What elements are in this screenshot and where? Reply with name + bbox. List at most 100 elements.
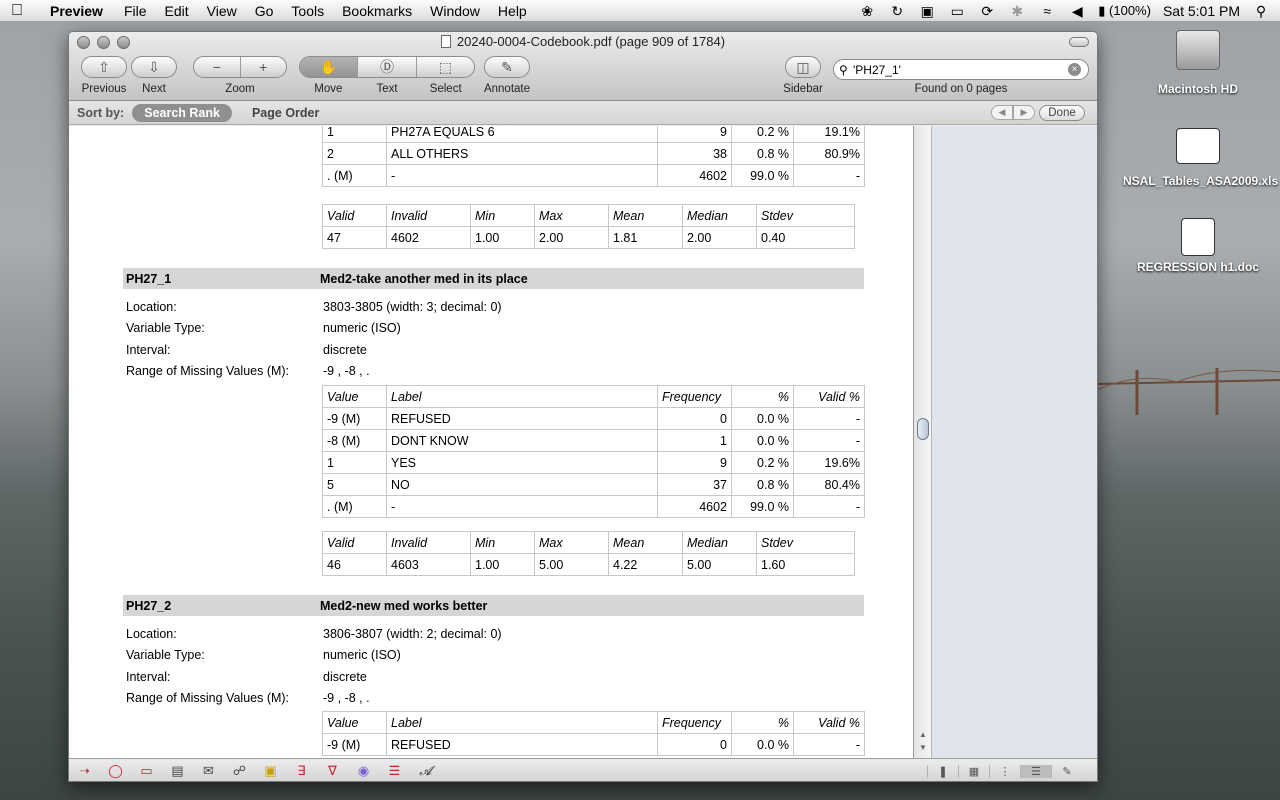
view-column-icon[interactable]: ❚	[927, 764, 958, 778]
table-row: -9 (M) REFUSED 0 0.0 % -	[322, 407, 865, 430]
next-button[interactable]: ⇩ Next	[130, 56, 178, 95]
header-label: Label	[386, 385, 658, 408]
zoom-out-icon[interactable]: −	[194, 57, 240, 77]
cell-mean: 4.22	[608, 553, 683, 576]
sync-icon[interactable]: ⟳	[978, 3, 996, 20]
window-toolbar: 20240-0004-Codebook.pdf (page 909 of 178…	[69, 32, 1097, 101]
desktop-icon-macintosh-hd[interactable]: Macintosh HD	[1123, 30, 1273, 96]
cell-valid-percent: -	[793, 495, 865, 518]
oval-annotation-icon[interactable]: ◯	[100, 763, 131, 779]
cell-value: 2	[322, 142, 387, 165]
cell-value: -8 (M)	[322, 429, 387, 452]
cell-value: 1	[322, 451, 387, 474]
previous-button[interactable]: ⇧ Previous	[80, 56, 128, 95]
info-value: -9 , -8 , .	[323, 691, 370, 705]
scrollbar-thumb[interactable]	[917, 418, 929, 440]
preview-window: 20240-0004-Codebook.pdf (page 909 of 178…	[68, 31, 1098, 782]
select-tool-icon[interactable]: ⬚	[415, 57, 474, 77]
bluetooth-icon[interactable]: ✱	[1008, 3, 1026, 20]
header-median: Median	[682, 204, 757, 227]
menu-file[interactable]: File	[115, 3, 156, 19]
menu-go[interactable]: Go	[246, 3, 283, 19]
sort-search-rank-button[interactable]: Search Rank	[132, 103, 232, 122]
apple-menu-icon[interactable]: 	[0, 2, 34, 20]
scroll-up-icon[interactable]: ▲	[914, 730, 932, 744]
text-tool-icon[interactable]: Ⓓ	[357, 57, 415, 77]
cell-frequency: 9	[657, 451, 732, 474]
clear-search-icon[interactable]: ×	[1068, 63, 1081, 76]
cell-valid: 47	[322, 226, 387, 249]
header-label: Label	[386, 711, 658, 734]
spotlight-icon[interactable]: ⚲	[1252, 3, 1270, 20]
zoom-in-icon[interactable]: +	[239, 57, 287, 77]
app-menu[interactable]: Preview	[34, 3, 115, 19]
menu-bookmarks[interactable]: Bookmarks	[333, 3, 421, 19]
header-stdev: Stdev	[756, 531, 855, 554]
table-row: 1 PH27A EQUALS 6 9 0.2 % 19.1%	[322, 126, 865, 143]
color-picker-icon[interactable]: ◉	[348, 763, 379, 779]
cell-label: REFUSED	[386, 407, 658, 430]
info-value: discrete	[323, 670, 367, 684]
highlight-annotation-icon[interactable]: ▣	[255, 763, 286, 779]
variable-name: PH27_1	[126, 271, 172, 286]
text-box-annotation-icon[interactable]: ▤	[162, 763, 193, 779]
plus-app-icon[interactable]: ▣	[918, 3, 936, 20]
search-field[interactable]: ⚲ ×	[833, 59, 1089, 80]
annotate-button[interactable]: ✎ Annotate	[483, 56, 531, 95]
toolbar-toggle-button[interactable]	[1069, 37, 1089, 47]
strikethrough-annotation-icon[interactable]: ∃	[286, 763, 317, 779]
move-hand-icon[interactable]: ✋	[300, 57, 358, 77]
cell-percent: 0.0 %	[731, 733, 794, 756]
scroll-down-icon[interactable]: ▼	[914, 743, 932, 757]
font-icon[interactable]: 𝓐	[410, 763, 441, 779]
link-annotation-icon[interactable]: ☍	[224, 763, 255, 779]
sidebar-button[interactable]: ◫ Sidebar	[779, 56, 827, 95]
desktop-icon-doc-file[interactable]: REGRESSION h1.doc	[1123, 218, 1273, 274]
line-style-icon[interactable]: ☰	[379, 763, 410, 779]
doc-file-icon	[1181, 218, 1215, 256]
volume-icon[interactable]: ◀	[1068, 3, 1086, 20]
sort-page-order-button[interactable]: Page Order	[240, 104, 331, 122]
done-button[interactable]: Done	[1039, 105, 1085, 121]
next-result-icon[interactable]: ▶	[1013, 105, 1035, 120]
time-machine-icon[interactable]: ↻	[888, 3, 906, 20]
underline-annotation-icon[interactable]: ∇	[317, 763, 348, 779]
wifi-icon[interactable]: ≈	[1038, 3, 1056, 19]
info-label: Range of Missing Values (M):	[126, 691, 290, 705]
view-single-icon[interactable]: ⋮	[989, 764, 1020, 778]
desktop-icon-xls-file[interactable]: NSAL_Tables_ASA2009.xls	[1123, 128, 1278, 188]
view-grid-icon[interactable]: ▦	[958, 764, 989, 778]
frequency-table-ph27-2: Value Label Frequency% Valid % -9 (M) REFUSE…	[322, 711, 865, 756]
edit-icon[interactable]: ✎	[1051, 764, 1082, 778]
header-mean: Mean	[608, 204, 683, 227]
cell-label: ALL OTHERS	[386, 142, 658, 165]
search-input[interactable]	[853, 62, 1068, 77]
cell-percent: 99.0 %	[731, 164, 794, 187]
menu-view[interactable]: View	[198, 3, 246, 19]
cell-valid-percent: 80.4%	[793, 473, 865, 496]
cell-median: 5.00	[682, 553, 757, 576]
document-view[interactable]: 1 PH27A EQUALS 6 9 0.2 % 19.1% 2 ALL OTHERS 38…	[69, 126, 914, 758]
stats-table-ph27-1: Valid Invalid Min Max Mean Median Stdev 46 4603…	[322, 531, 855, 576]
display-icon[interactable]: ▭	[948, 3, 966, 20]
menu-help[interactable]: Help	[489, 3, 536, 19]
battery-status[interactable]: ▮ (100%)	[1098, 3, 1151, 19]
menu-tools[interactable]: Tools	[282, 3, 333, 19]
cell-value: . (M)	[322, 164, 387, 187]
cell-invalid: 4602	[386, 226, 471, 249]
previous-result-icon[interactable]: ◀	[991, 105, 1013, 120]
view-list-icon[interactable]: ☰	[1020, 764, 1051, 778]
header-mean: Mean	[608, 531, 683, 554]
menu-edit[interactable]: Edit	[156, 3, 198, 19]
menu-window[interactable]: Window	[421, 3, 489, 19]
rectangle-annotation-icon[interactable]: ▭	[131, 763, 162, 779]
paw-icon[interactable]: ❀	[858, 3, 876, 20]
vertical-scrollbar[interactable]: ▲ ▼	[914, 126, 932, 758]
note-annotation-icon[interactable]: ✉	[193, 763, 224, 779]
arrow-annotation-icon[interactable]: ➝	[69, 763, 100, 779]
sidebar-panel	[932, 126, 1097, 758]
header-valid-percent: Valid %	[793, 385, 865, 408]
menubar-clock[interactable]: Sat 5:01 PM	[1163, 3, 1240, 19]
search-result-count: Found on 0 pages	[914, 83, 1008, 95]
cell-valid-percent: -	[793, 733, 865, 756]
